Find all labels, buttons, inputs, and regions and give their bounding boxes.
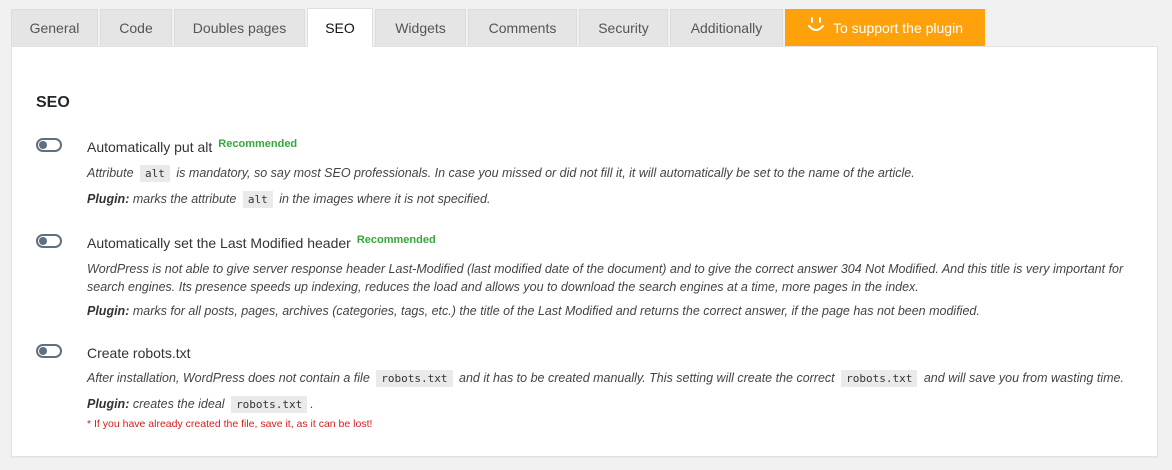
option-plugin-note: Plugin: marks for all posts, pages, arch… [87,302,980,320]
tab-security[interactable]: Security [579,9,668,46]
auto-alt-toggle[interactable] [36,138,62,152]
option-title-text: Create robots.txt [87,345,191,361]
plugin-label: Plugin: [87,304,130,318]
support-label: To support the plugin [833,20,963,36]
option-plugin-note: Plugin: marks the attribute alt in the i… [87,190,490,209]
plugin-text: creates the ideal [132,397,225,411]
option-title-text: Automatically put alt [87,139,213,155]
tab-general[interactable]: General [11,9,98,46]
robots-txt-toggle[interactable] [36,344,62,358]
code-alt: alt [140,165,170,182]
option-description: Attribute alt is mandatory, so say most … [87,164,915,183]
plugin-label: Plugin: [87,397,130,411]
smile-icon [807,16,825,34]
plugin-text: . [310,397,314,411]
tab-widgets[interactable]: Widgets [375,9,466,46]
code-robots: robots.txt [376,370,453,387]
option-title: Automatically set the Last Modified head… [87,234,436,251]
code-alt: alt [242,191,273,208]
plugin-text: in the images where it is not specified. [279,192,491,206]
option-title-text: Automatically set the Last Modified head… [87,235,351,251]
desc-text: After installation, WordPress does not c… [87,371,370,385]
warning-text: * If you have already created the file, … [87,418,373,430]
recommended-badge: Recommended [356,234,436,246]
option-description: After installation, WordPress does not c… [87,369,1124,388]
section-title: SEO [36,94,70,111]
settings-panel: SEO Automatically put alt Recommended Att… [11,46,1158,457]
recommended-badge: Recommended [218,138,298,150]
tab-doubles-pages[interactable]: Doubles pages [174,9,305,46]
plugin-text: marks the attribute [132,192,237,206]
last-modified-toggle[interactable] [36,234,62,248]
option-description: WordPress is not able to give server res… [87,262,1124,294]
plugin-label: Plugin: [87,192,130,206]
tab-code[interactable]: Code [100,9,172,46]
desc-text: and it has to be created manually. This … [459,371,835,385]
option-plugin-note: Plugin: creates the ideal robots.txt. [87,395,314,414]
code-robots: robots.txt [841,370,918,387]
tab-bar: General Code Doubles pages SEO Widgets C… [11,8,987,47]
code-robots: robots.txt [231,396,308,413]
option-title: Automatically put alt Recommended [87,138,298,155]
tab-comments[interactable]: Comments [468,9,577,46]
desc-text: Attribute [87,166,134,180]
option-title: Create robots.txt [87,345,191,361]
tab-support-plugin[interactable]: To support the plugin [785,9,985,46]
desc-text: and will save you from wasting time. [923,371,1124,385]
plugin-text: marks for all posts, pages, archives (ca… [132,304,980,318]
desc-text: is mandatory, so say most SEO profession… [176,166,915,180]
tab-additionally[interactable]: Additionally [670,9,783,46]
tab-seo[interactable]: SEO [307,8,373,47]
